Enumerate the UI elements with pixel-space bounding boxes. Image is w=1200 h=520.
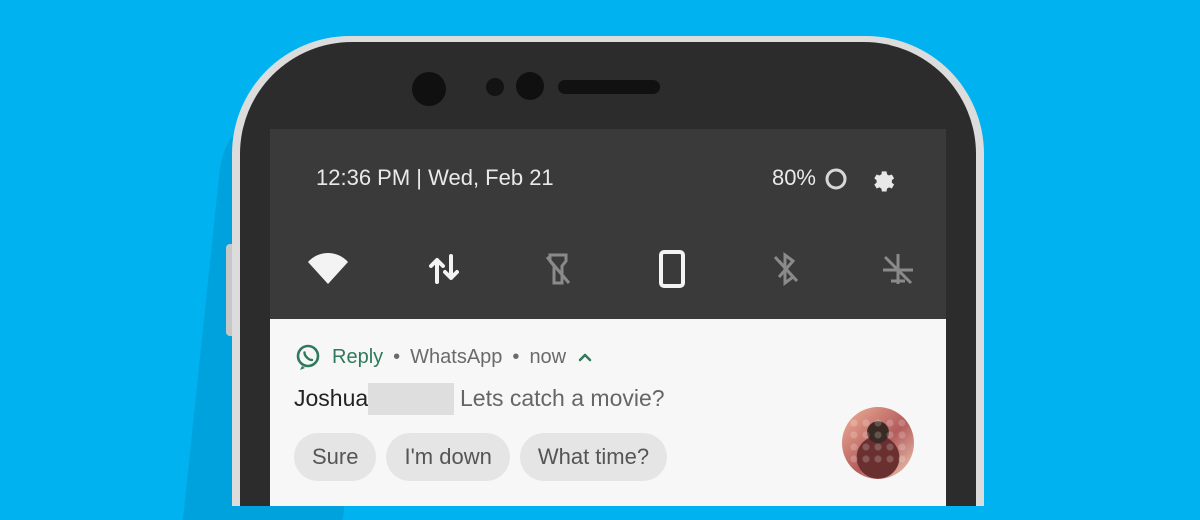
chevron-up-icon[interactable] bbox=[574, 346, 596, 368]
data-transfer-icon bbox=[429, 254, 459, 284]
qs-bluetooth[interactable] bbox=[756, 239, 816, 299]
airplane-off-icon bbox=[883, 254, 913, 285]
flashlight-off-icon bbox=[545, 253, 571, 285]
notification-card[interactable]: Reply • WhatsApp • now Joshua Lets catch… bbox=[270, 319, 946, 506]
redacted-name bbox=[368, 383, 454, 415]
portrait-icon bbox=[659, 250, 685, 288]
whatsapp-icon bbox=[296, 344, 320, 370]
message-text: Lets catch a movie? bbox=[460, 385, 665, 411]
wifi-icon bbox=[308, 253, 348, 284]
sensor-dot bbox=[486, 78, 504, 96]
bluetooth-off-icon bbox=[773, 252, 799, 286]
gear-icon[interactable] bbox=[868, 165, 896, 193]
reply-chip[interactable]: What time? bbox=[519, 433, 668, 481]
battery-ring-icon bbox=[825, 168, 847, 190]
earpiece-speaker bbox=[558, 80, 660, 94]
battery-level: 80% bbox=[771, 165, 816, 190]
qs-wifi[interactable] bbox=[298, 239, 358, 299]
quick-settings-row bbox=[270, 239, 946, 299]
phone-body: 12:36 PM | Wed, Feb 21 80% Reply • Whats… bbox=[240, 42, 976, 506]
app-label: Reply bbox=[332, 345, 384, 368]
status-bar: 12:36 PM | Wed, Feb 21 80% bbox=[270, 129, 946, 225]
sender-name: Joshua bbox=[294, 385, 369, 411]
qs-airplane[interactable] bbox=[868, 239, 928, 299]
front-camera bbox=[412, 72, 446, 106]
reply-chip[interactable]: I'm down bbox=[386, 433, 510, 481]
time-date: 12:36 PM | Wed, Feb 21 bbox=[316, 165, 554, 190]
screen: 12:36 PM | Wed, Feb 21 80% Reply • Whats… bbox=[270, 129, 946, 506]
qs-flashlight[interactable] bbox=[528, 239, 588, 299]
phone-frame: 12:36 PM | Wed, Feb 21 80% Reply • Whats… bbox=[232, 36, 984, 506]
separator-dot: • bbox=[393, 345, 401, 368]
timestamp: now bbox=[529, 345, 567, 368]
camera-lens bbox=[516, 72, 544, 100]
notification-header: Reply • WhatsApp • now bbox=[294, 343, 596, 371]
source-app: WhatsApp bbox=[410, 345, 503, 368]
qs-portrait[interactable] bbox=[642, 239, 702, 299]
qs-data[interactable] bbox=[414, 239, 474, 299]
separator-dot: • bbox=[512, 345, 520, 368]
reply-chip[interactable]: Sure bbox=[294, 433, 377, 481]
quick-replies: Sure I'm down What time? bbox=[294, 433, 668, 481]
avatar[interactable] bbox=[842, 407, 914, 479]
